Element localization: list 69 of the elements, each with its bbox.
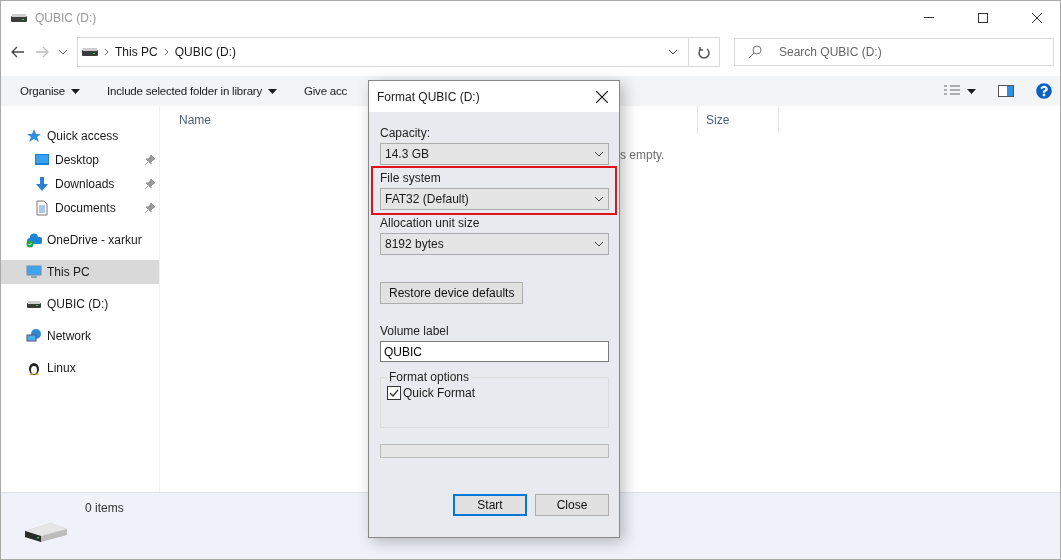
refresh-icon — [698, 45, 710, 59]
dropdown[interactable]: 14.3 GB — [380, 143, 609, 165]
close-icon — [1032, 12, 1042, 23]
preview-pane-button[interactable] — [998, 85, 1014, 97]
drive-icon — [23, 521, 69, 543]
dialog-title: Format QUBIC (D:) — [377, 89, 480, 104]
drive-icon — [11, 13, 27, 22]
column-header[interactable]: Size — [697, 106, 779, 134]
field-label: Volume label — [380, 324, 450, 338]
cloud-icon — [26, 232, 42, 248]
network-icon — [26, 328, 42, 344]
chevron-down-icon — [668, 49, 678, 55]
view-options-button[interactable] — [943, 85, 976, 97]
help-button[interactable] — [1036, 83, 1052, 99]
sidebar-item[interactable]: Downloads — [1, 172, 159, 196]
breadcrumb[interactable]: QUBIC (D:) — [174, 45, 237, 59]
quick-format-checkbox[interactable]: Quick Format — [387, 386, 602, 400]
maximize-icon — [978, 12, 988, 23]
empty-folder-message: s empty. — [620, 148, 665, 162]
toolbar-button[interactable]: Include selected folder in library — [107, 85, 277, 97]
chevron-down-icon — [594, 196, 604, 202]
penguin-icon — [26, 360, 42, 376]
group-title: Format options — [388, 370, 471, 384]
breadcrumb[interactable]: This PC — [115, 45, 158, 59]
sidebar-item[interactable]: Quick access — [1, 124, 159, 148]
restore-defaults-button[interactable]: Restore device defaults — [380, 282, 524, 304]
search-field[interactable]: Search QUBIC (D:) — [734, 38, 1054, 66]
window-title: QUBIC (D:) — [35, 10, 98, 25]
item-count: 0 items — [85, 501, 124, 517]
pin-icon — [145, 203, 155, 213]
sidebar-item[interactable]: Linux — [1, 356, 159, 380]
sidebar-item[interactable]: OneDrive - xarkur — [1, 228, 159, 252]
document-icon — [34, 200, 50, 216]
chevron-down-icon — [594, 151, 604, 157]
caret-icon — [967, 88, 976, 94]
dialog-button[interactable]: Close — [535, 494, 609, 516]
sidebar-item[interactable]: Desktop — [1, 148, 159, 172]
toolbar-button[interactable]: Organise — [20, 85, 81, 97]
star-icon — [26, 128, 42, 144]
pin-icon — [145, 179, 155, 189]
chevron-down-icon — [594, 241, 604, 247]
caret-icon — [268, 88, 277, 94]
caret-icon — [71, 88, 81, 94]
sidebar-item[interactable]: Network — [1, 324, 159, 348]
monitor-icon — [34, 152, 50, 168]
pin-icon — [145, 155, 155, 165]
chevron-right-icon — [104, 48, 109, 56]
help-icon — [1036, 83, 1052, 99]
sidebar-item[interactable]: This PC — [1, 260, 159, 284]
recent-locations-button[interactable] — [57, 47, 69, 57]
dialog-button[interactable]: Start — [453, 494, 527, 516]
field-label: Capacity: — [380, 126, 432, 140]
drive-icon — [82, 48, 98, 56]
check-icon — [389, 388, 399, 398]
dropdown[interactable]: 8192 bytes — [380, 233, 609, 255]
dropdown[interactable]: FAT32 (Default) — [380, 188, 609, 210]
back-button[interactable] — [9, 44, 27, 60]
close-icon — [596, 90, 608, 103]
address-bar[interactable]: This PC QUBIC (D:) — [77, 37, 720, 67]
chevron-right-icon — [163, 48, 169, 56]
download-icon — [34, 176, 50, 192]
field-label: File system — [380, 171, 442, 185]
minimize-icon — [924, 17, 934, 18]
computer-icon — [26, 264, 42, 280]
sidebar-item[interactable]: Documents — [1, 196, 159, 220]
sidebar-item[interactable]: QUBIC (D:) — [1, 292, 159, 316]
toolbar-button[interactable]: Give acc — [304, 85, 348, 97]
field-label: Allocation unit size — [380, 216, 481, 230]
volume-label-field[interactable]: QUBIC — [380, 341, 609, 362]
